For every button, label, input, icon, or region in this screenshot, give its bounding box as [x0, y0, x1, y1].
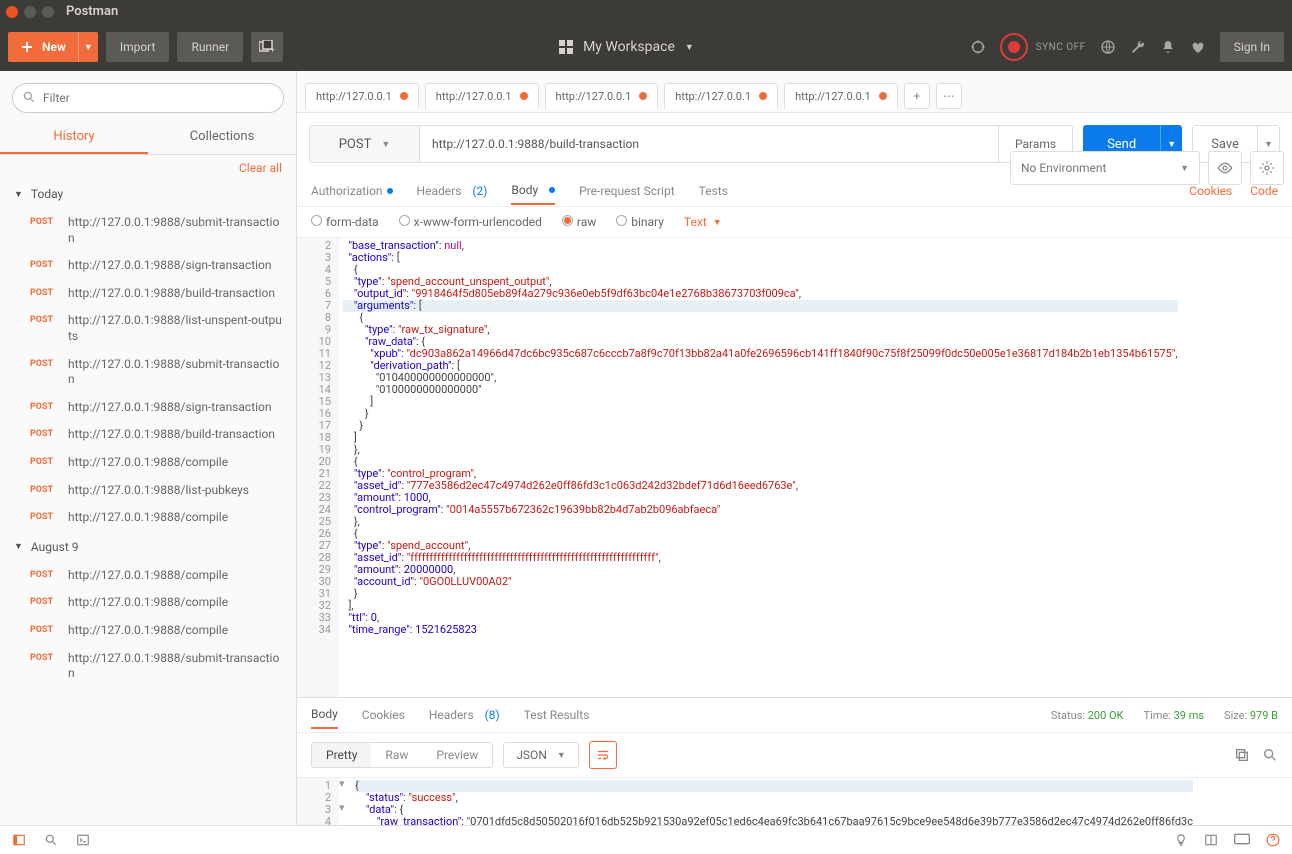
- resp-type-dropdown[interactable]: JSON▼: [503, 742, 578, 768]
- minimize-window-button[interactable]: [24, 6, 36, 18]
- window-titlebar: Postman: [0, 0, 1292, 23]
- history-item[interactable]: POSThttp://127.0.0.1:9888/submit-transac…: [0, 209, 296, 252]
- grid-icon: [559, 40, 573, 54]
- search-resp-icon[interactable]: [1262, 747, 1278, 763]
- svg-text:+: +: [270, 46, 275, 54]
- new-button[interactable]: New: [8, 32, 78, 62]
- search-icon: [22, 90, 36, 104]
- clear-all-link[interactable]: Clear all: [239, 161, 282, 175]
- env-quicklook-button[interactable]: [1208, 151, 1242, 185]
- tab-collections[interactable]: Collections: [148, 121, 296, 154]
- new-dropdown[interactable]: ▼: [78, 32, 98, 62]
- sidebar: History Collections Clear all ▼ TodayPOS…: [0, 71, 297, 825]
- request-tab[interactable]: http://127.0.0.1: [664, 83, 778, 109]
- pill-preview[interactable]: Preview: [422, 743, 492, 767]
- radio-binary[interactable]: binary: [616, 215, 664, 229]
- radio-formdata[interactable]: form-data: [311, 215, 379, 229]
- history-item[interactable]: POSThttp://127.0.0.1:9888/submit-transac…: [0, 351, 296, 394]
- history-date-header[interactable]: ▼ Today: [0, 179, 296, 209]
- subtab-auth[interactable]: Authorization: [311, 178, 393, 204]
- bell-icon[interactable]: [1160, 39, 1176, 55]
- sync-indicator[interactable]: SYNC OFF: [1000, 33, 1086, 61]
- status-label: Status: 200 OK: [1051, 709, 1124, 722]
- method-selector[interactable]: POST▼: [309, 125, 419, 163]
- pill-raw[interactable]: Raw: [371, 743, 422, 767]
- keyboard-icon[interactable]: [1234, 833, 1250, 845]
- add-tab-button[interactable]: +: [904, 83, 930, 109]
- radio-xwww[interactable]: x-www-form-urlencoded: [399, 215, 542, 229]
- sidebar-toggle-icon[interactable]: [12, 833, 26, 847]
- signin-button[interactable]: Sign In: [1220, 32, 1284, 62]
- request-tab[interactable]: http://127.0.0.1: [425, 83, 539, 109]
- browse-icon[interactable]: [1100, 39, 1116, 55]
- history-item[interactable]: POSThttp://127.0.0.1:9888/submit-transac…: [0, 645, 296, 688]
- request-tabs: http://127.0.0.1http://127.0.0.1http://1…: [297, 71, 1292, 113]
- find-icon[interactable]: [44, 833, 58, 847]
- history-item[interactable]: POSThttp://127.0.0.1:9888/compile: [0, 589, 296, 617]
- wrench-icon[interactable]: [1130, 39, 1146, 55]
- wrap-lines-button[interactable]: [589, 741, 617, 769]
- history-date-header[interactable]: ▼ August 9: [0, 532, 296, 562]
- history-item[interactable]: POSThttp://127.0.0.1:9888/compile: [0, 449, 296, 477]
- history-item[interactable]: POSThttp://127.0.0.1:9888/build-transact…: [0, 421, 296, 449]
- app-toolbar: New ▼ Import Runner + My Workspace ▼ SYN…: [0, 23, 1292, 71]
- cookies-link[interactable]: Cookies: [1189, 184, 1232, 198]
- history-item[interactable]: POSThttp://127.0.0.1:9888/list-pubkeys: [0, 477, 296, 505]
- close-window-button[interactable]: [6, 6, 18, 18]
- copy-icon[interactable]: [1234, 747, 1250, 763]
- body-type-dropdown[interactable]: Text▼: [684, 215, 722, 229]
- subtab-headers[interactable]: Headers (2): [417, 178, 488, 204]
- resp-tab-cookies[interactable]: Cookies: [362, 702, 405, 728]
- subtab-body[interactable]: Body: [511, 177, 555, 205]
- history-list: ▼ TodayPOSThttp://127.0.0.1:9888/submit-…: [0, 179, 296, 825]
- radio-raw[interactable]: raw: [562, 215, 596, 229]
- twopane-icon[interactable]: [1204, 833, 1218, 847]
- history-item[interactable]: POSThttp://127.0.0.1:9888/list-unspent-o…: [0, 307, 296, 350]
- response-body[interactable]: 1234 ▾ ▾ { "status": "success", "data": …: [297, 777, 1292, 825]
- environment-selector[interactable]: No Environment ▼: [1010, 151, 1200, 185]
- size-label: Size: 979 B: [1224, 709, 1278, 722]
- help-icon[interactable]: [1266, 833, 1280, 847]
- url-input[interactable]: [419, 125, 999, 163]
- console-icon[interactable]: [76, 833, 90, 847]
- tab-history[interactable]: History: [0, 121, 148, 154]
- resp-tab-headers[interactable]: Headers (8): [429, 702, 500, 728]
- history-item[interactable]: POSThttp://127.0.0.1:9888/sign-transacti…: [0, 394, 296, 422]
- history-item[interactable]: POSThttp://127.0.0.1:9888/compile: [0, 617, 296, 645]
- maximize-window-button[interactable]: [42, 6, 54, 18]
- request-tab[interactable]: http://127.0.0.1: [784, 83, 898, 109]
- statusbar: [0, 825, 1292, 854]
- resp-view-mode: Pretty Raw Preview: [311, 742, 493, 768]
- history-item[interactable]: POSThttp://127.0.0.1:9888/compile: [0, 562, 296, 590]
- resp-tab-tests[interactable]: Test Results: [524, 702, 590, 728]
- pill-pretty[interactable]: Pretty: [312, 743, 371, 767]
- heart-icon[interactable]: [1190, 39, 1206, 55]
- code-link[interactable]: Code: [1250, 184, 1278, 198]
- env-settings-button[interactable]: [1250, 151, 1284, 185]
- capture-icon[interactable]: [970, 39, 986, 55]
- subtab-prereq[interactable]: Pre-request Script: [579, 178, 674, 204]
- new-window-button[interactable]: +: [251, 32, 283, 62]
- runner-button[interactable]: Runner: [177, 32, 243, 62]
- filter-input[interactable]: [12, 83, 284, 113]
- window-title: Postman: [66, 4, 118, 19]
- request-pane: http://127.0.0.1http://127.0.0.1http://1…: [297, 71, 1292, 825]
- request-tab[interactable]: http://127.0.0.1: [305, 83, 419, 109]
- tab-options-button[interactable]: ⋯: [936, 83, 962, 109]
- bulb-icon[interactable]: [1174, 833, 1188, 847]
- history-item[interactable]: POSThttp://127.0.0.1:9888/compile: [0, 504, 296, 532]
- resp-tab-body[interactable]: Body: [311, 701, 338, 729]
- request-tab[interactable]: http://127.0.0.1: [545, 83, 659, 109]
- workspace-selector[interactable]: My Workspace ▼: [559, 39, 694, 55]
- time-label: Time: 39 ms: [1144, 709, 1205, 722]
- history-item[interactable]: POSThttp://127.0.0.1:9888/build-transact…: [0, 280, 296, 308]
- import-button[interactable]: Import: [106, 32, 170, 62]
- body-editor[interactable]: 2345678910111213141516171819202122232425…: [297, 237, 1292, 697]
- history-item[interactable]: POSThttp://127.0.0.1:9888/sign-transacti…: [0, 252, 296, 280]
- subtab-tests[interactable]: Tests: [699, 178, 728, 204]
